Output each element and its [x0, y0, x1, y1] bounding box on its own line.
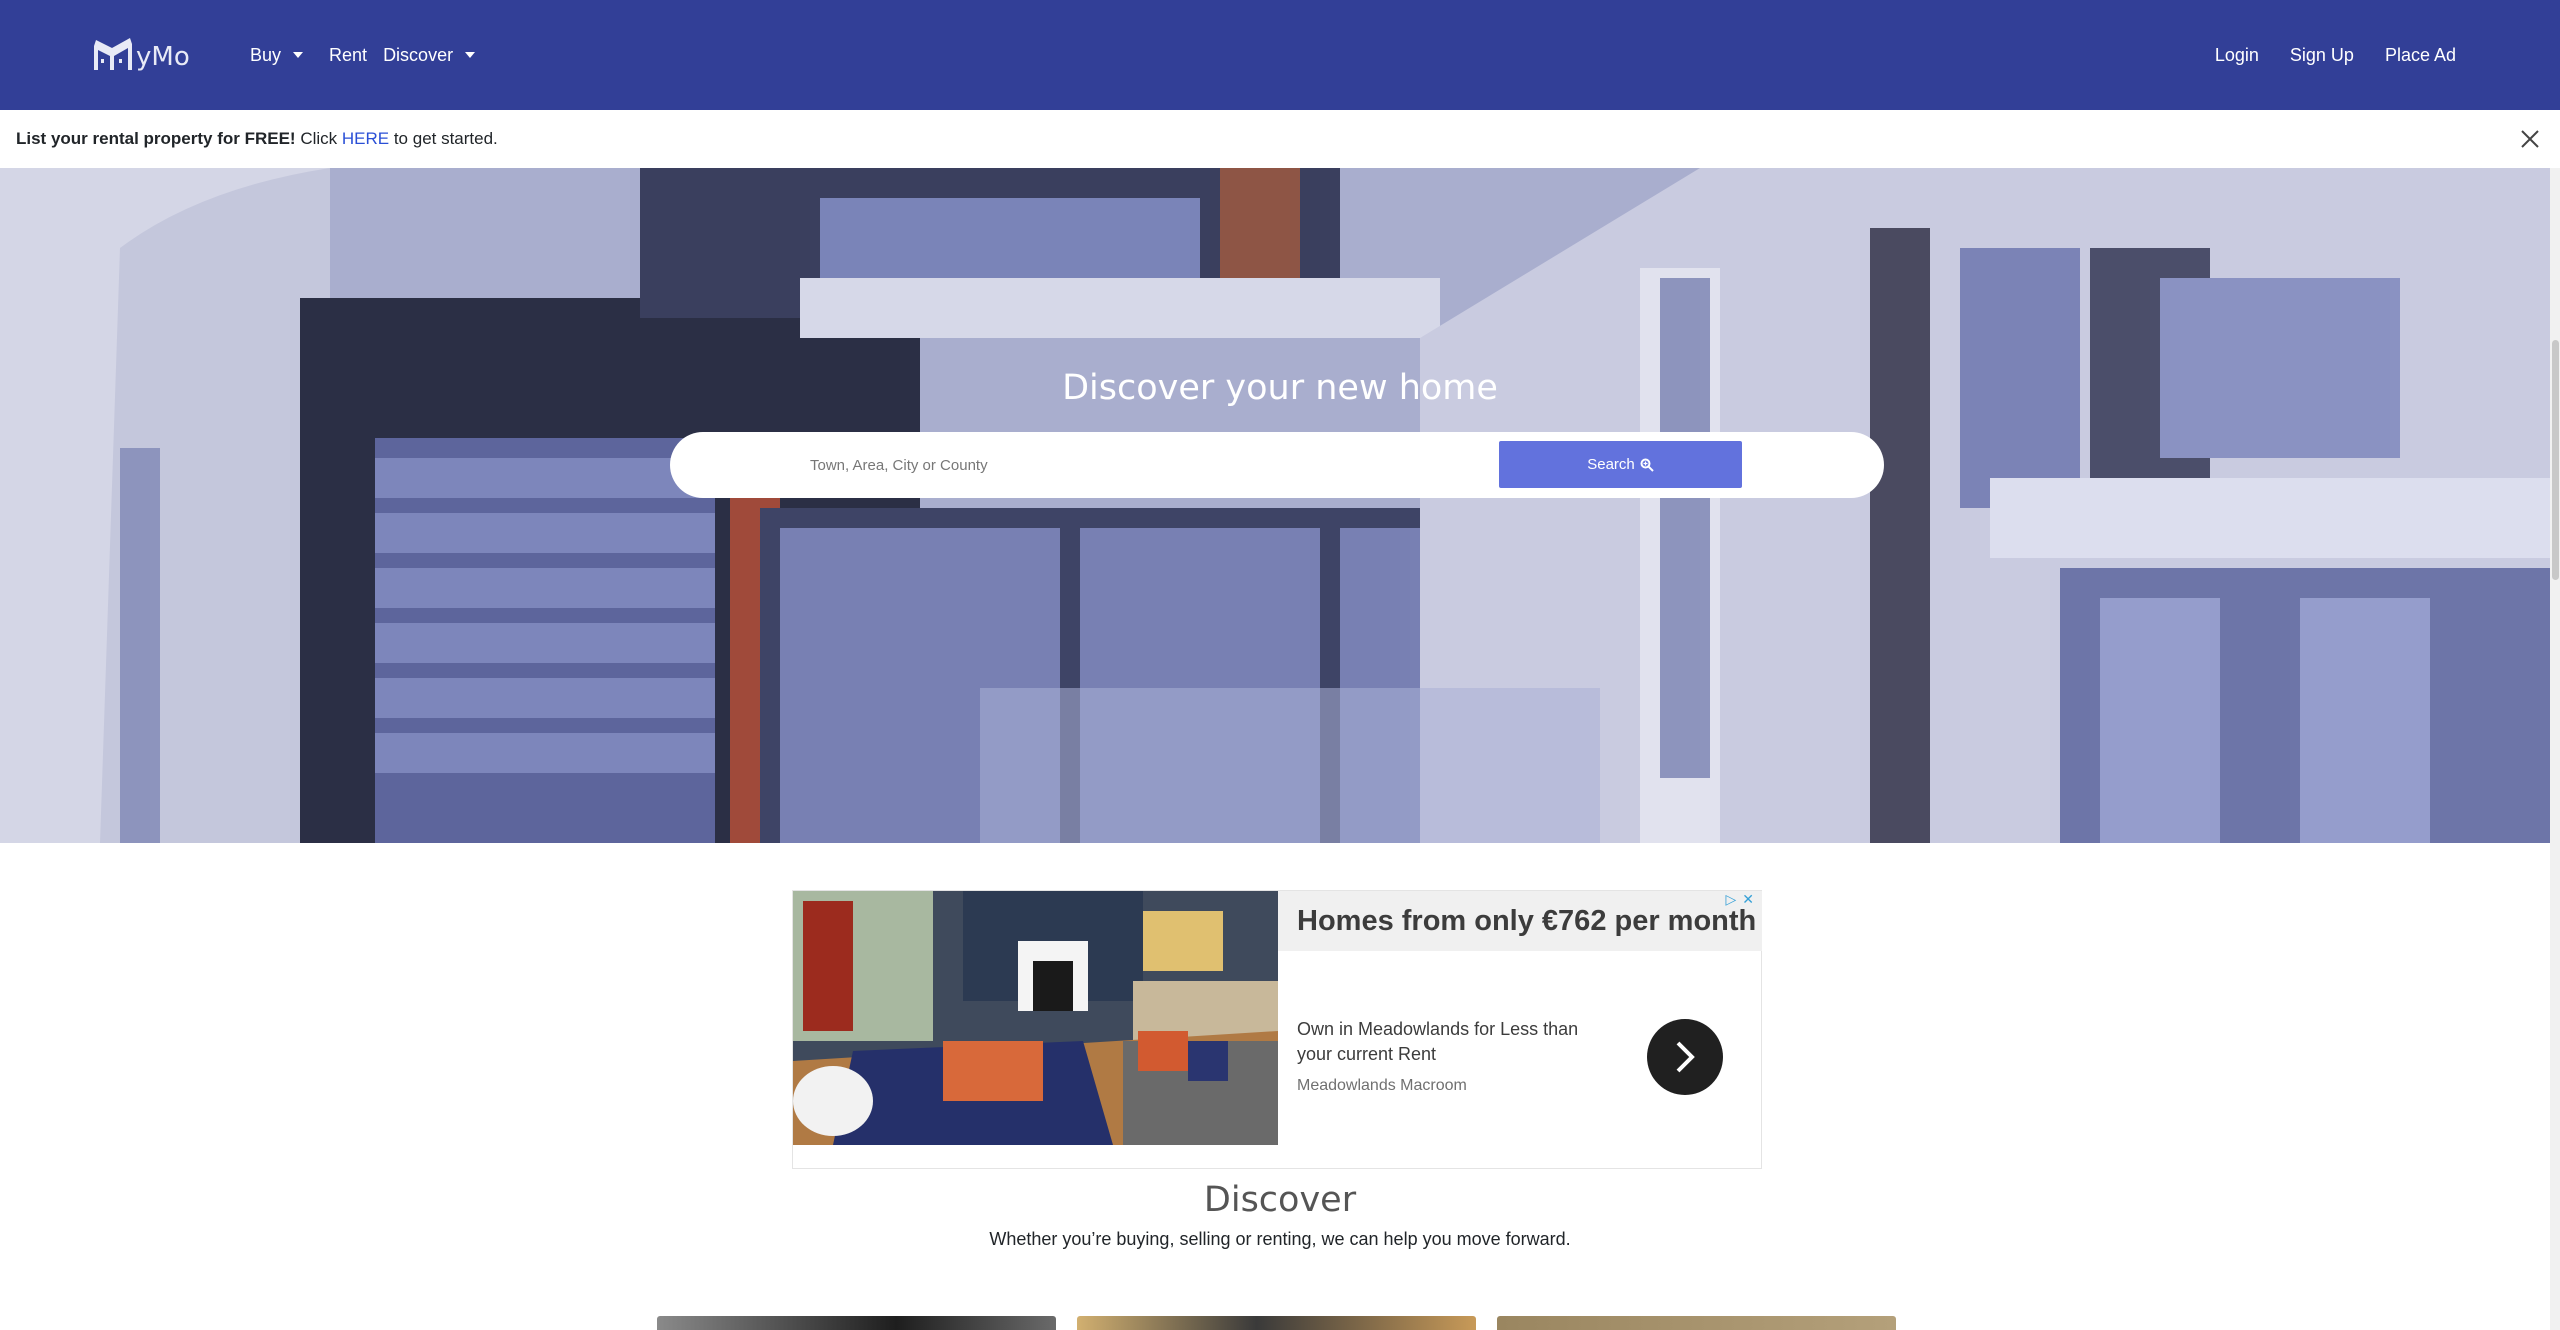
- search-button[interactable]: Search: [1499, 441, 1742, 488]
- place-ad-link[interactable]: Place Ad: [2385, 45, 2456, 66]
- announcement-bold-text: List your rental property for FREE!: [16, 129, 296, 148]
- nav-buy-label: Buy: [250, 44, 282, 65]
- ad-headline-box: Homes from only €762 per month ▷ ✕: [1278, 891, 1762, 951]
- logo-house-icon: [94, 38, 132, 70]
- page-scrollbar[interactable]: [2550, 168, 2560, 1330]
- scrollbar-thumb[interactable]: [2552, 340, 2559, 580]
- discover-card[interactable]: [657, 1316, 1056, 1330]
- announcement-text: Click: [295, 129, 342, 148]
- site-logo[interactable]: yMo: [92, 30, 190, 74]
- top-navbar: yMo Buy Rent Discover Login Sign Up Plac…: [0, 0, 2560, 110]
- nav-buy-dropdown[interactable]: Buy: [250, 44, 304, 66]
- sponsored-ad[interactable]: Homes from only €762 per month ▷ ✕ Own i…: [792, 890, 1762, 1169]
- sign-up-link[interactable]: Sign Up: [2290, 45, 2354, 66]
- nav-rent-label: Rent: [329, 44, 368, 65]
- main-nav: Buy Rent Discover: [250, 0, 501, 110]
- ad-next-button[interactable]: [1647, 1019, 1723, 1095]
- announcement-bar: List your rental property for FREE! Clic…: [0, 110, 2560, 168]
- nav-discover-label: Discover: [383, 44, 454, 65]
- hero-banner: Discover your new home Search: [0, 168, 2560, 843]
- discover-card[interactable]: [1497, 1316, 1896, 1330]
- ad-choices[interactable]: ▷ ✕: [1725, 891, 1754, 908]
- discover-subtitle: Whether you’re buying, selling or rentin…: [989, 1229, 1571, 1249]
- announcement-text-end: to get started.: [389, 129, 498, 148]
- ad-source: Meadowlands Macroom: [1297, 1077, 1467, 1094]
- location-search-input[interactable]: [810, 432, 1450, 498]
- discover-title: Discover: [1203, 1180, 1357, 1220]
- search-icon: [1640, 458, 1654, 472]
- login-link[interactable]: Login: [2215, 45, 2259, 66]
- hero-title: Discover your new home: [1062, 368, 1498, 408]
- chevron-down-icon: [293, 52, 304, 58]
- chevron-right-icon: [1676, 1041, 1695, 1073]
- ad-close-icon[interactable]: ✕: [1742, 891, 1754, 908]
- ad-choices-icon[interactable]: ▷: [1725, 891, 1736, 908]
- discover-card[interactable]: [1077, 1316, 1476, 1330]
- search-bar: Search: [670, 432, 1884, 498]
- logo-text: yMo: [136, 42, 190, 72]
- nav-rent-link[interactable]: Rent: [329, 45, 367, 66]
- announcement-link[interactable]: HERE: [342, 129, 389, 149]
- ad-living-room-image: [793, 891, 1278, 1145]
- account-nav: Login Sign Up Place Ad: [2184, 0, 2456, 110]
- close-icon[interactable]: [2516, 125, 2544, 153]
- hero-building-image: [0, 168, 2560, 843]
- chevron-down-icon: [465, 52, 476, 58]
- ad-description: Own in Meadowlands for Less than your cu…: [1297, 1019, 1579, 1064]
- ad-headline[interactable]: Homes from only €762 per month: [1297, 905, 1756, 938]
- search-button-label: Search: [1587, 456, 1635, 473]
- nav-discover-dropdown[interactable]: Discover: [383, 44, 476, 66]
